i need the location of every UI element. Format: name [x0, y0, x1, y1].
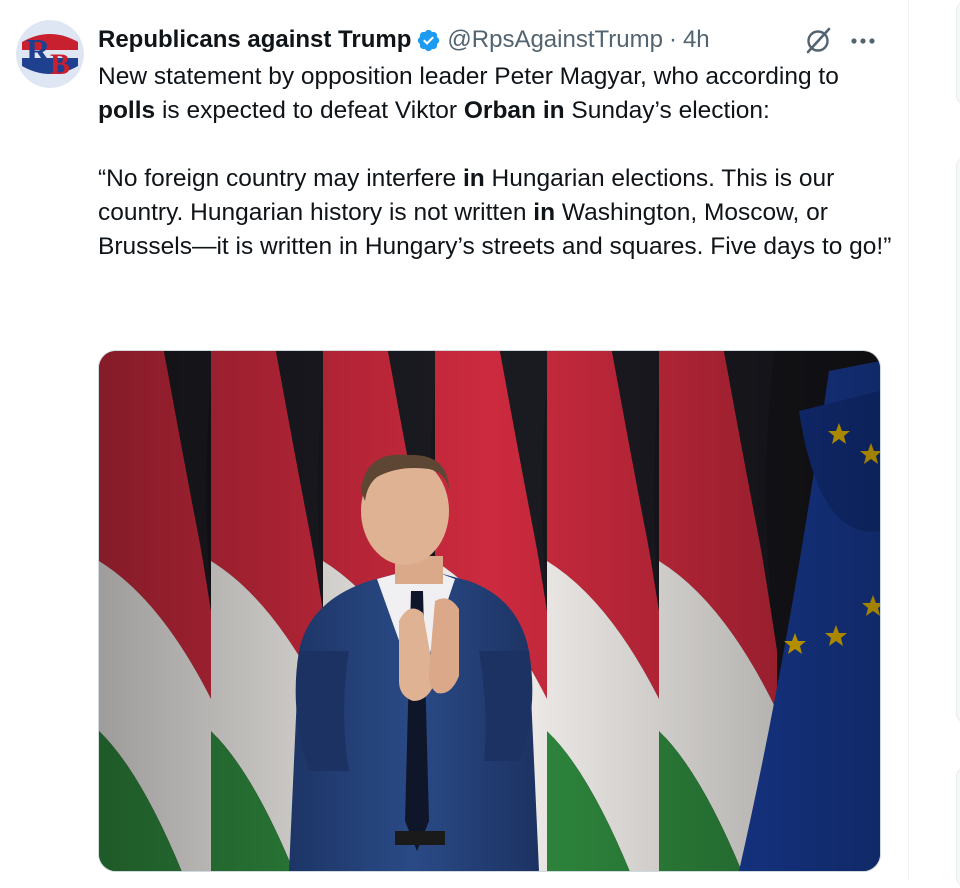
keyword-orban-in: Orban in [463, 97, 565, 124]
hashtag-polls: polls [98, 97, 156, 124]
author-name[interactable]: Republicans against Trump [98, 26, 411, 54]
tweet-media-image[interactable] [98, 350, 881, 872]
tweet-header: Republicans against Trump @RpsAgainstTru… [98, 22, 878, 58]
sidebar-card-2[interactable] [956, 156, 960, 724]
tweet-body: New statement by opposition leader Peter… [98, 60, 898, 264]
avatar-letter-b: B [50, 48, 70, 81]
sidebar-card-3[interactable] [956, 766, 960, 888]
author-avatar[interactable]: R B [16, 20, 84, 88]
avatar-letter-r: R [26, 33, 51, 70]
grok-icon[interactable] [802, 25, 834, 57]
header-separator: · [668, 26, 677, 53]
more-options-icon[interactable] [846, 24, 880, 58]
tweet-paragraph-2: “No foreign country may interfere in Hun… [98, 165, 892, 260]
sidebar-card-1[interactable] [956, 0, 960, 106]
verified-badge-icon [418, 29, 440, 51]
right-sidebar [909, 0, 960, 888]
tweet-paragraph-1: New statement by opposition leader Peter… [98, 63, 839, 124]
timeline-column: R B Republicans against Trump @RpsAgains… [0, 0, 909, 880]
author-handle[interactable]: @RpsAgainstTrump [447, 26, 663, 54]
tweet-timestamp[interactable]: 4h [683, 26, 710, 54]
